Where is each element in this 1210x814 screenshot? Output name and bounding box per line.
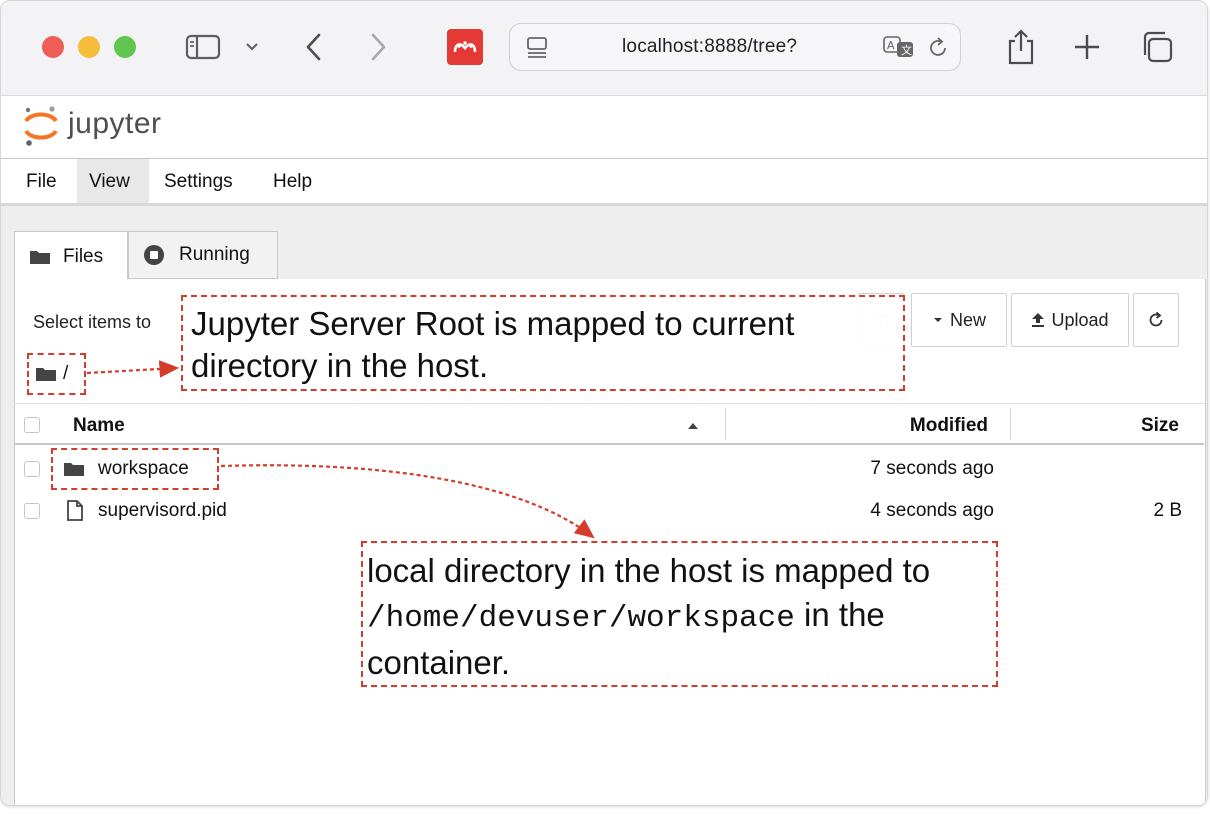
workspace-callout-text-a: local directory in the host is mapped to [367, 552, 931, 589]
back-icon[interactable] [297, 27, 329, 67]
zoom-window-button[interactable] [114, 36, 136, 58]
tab-running-label: Running [179, 244, 250, 265]
folder-icon [30, 250, 50, 264]
close-window-button[interactable] [42, 36, 64, 58]
file-icon [67, 500, 83, 521]
tab-running[interactable]: Running [128, 231, 278, 279]
new-button-label: New [949, 309, 986, 330]
file-modified: 7 seconds ago [870, 458, 994, 479]
column-size[interactable]: Size [1141, 415, 1179, 437]
table-row[interactable]: supervisord.pid 4 seconds ago 2 B [14, 491, 1204, 531]
tab-overview-icon[interactable] [1135, 27, 1179, 67]
share-icon[interactable] [1001, 25, 1041, 69]
workspace-highlight [51, 448, 219, 490]
column-modified[interactable]: Modified [910, 415, 988, 437]
workspace-callout: local directory in the host is mapped to… [361, 541, 998, 687]
forward-icon[interactable] [363, 27, 395, 67]
reload-icon[interactable] [926, 36, 950, 65]
menu-file[interactable]: File [14, 159, 69, 203]
file-name[interactable]: supervisord.pid [98, 500, 227, 522]
select-all-checkbox[interactable] [24, 417, 40, 433]
workspace-callout-path: /home/devuser/workspace [367, 601, 795, 636]
browser-window: localhost:8888/tree? A文 jupyter File Vie… [0, 0, 1208, 806]
table-header: Name Modified Size [14, 403, 1204, 445]
file-size: 2 B [1153, 500, 1182, 521]
file-modified: 4 seconds ago [870, 500, 994, 521]
menu-help[interactable]: Help [261, 159, 324, 203]
column-name[interactable]: Name [73, 415, 125, 437]
workspace-callout-text-b: in the [804, 596, 885, 633]
stop-circle-icon [144, 245, 164, 265]
jupyter-logo-icon[interactable] [21, 104, 61, 153]
sidebar-toggle-icon[interactable] [183, 31, 223, 63]
menu-bar: File View Settings Help [1, 159, 1207, 206]
menu-view[interactable]: View [77, 159, 149, 203]
row-checkbox[interactable] [24, 503, 40, 519]
minimize-window-button[interactable] [78, 36, 100, 58]
svg-text:A: A [887, 39, 895, 52]
column-divider [725, 408, 726, 440]
sort-ascending-icon[interactable] [687, 422, 699, 430]
translate-icon[interactable]: A文 [882, 34, 916, 65]
extension-icon[interactable] [447, 29, 483, 65]
tab-files[interactable]: Files [14, 231, 128, 281]
upload-button[interactable]: Upload [1011, 293, 1129, 347]
breadcrumb-highlight [27, 353, 86, 395]
menu-settings[interactable]: Settings [152, 159, 245, 203]
address-text: localhost:8888/tree? [622, 36, 798, 57]
address-bar[interactable]: localhost:8888/tree? A文 [509, 23, 961, 71]
refresh-button[interactable] [1133, 293, 1179, 347]
root-callout: Jupyter Server Root is mapped to current… [181, 295, 905, 391]
row-checkbox[interactable] [24, 461, 40, 477]
new-tab-icon[interactable] [1067, 27, 1107, 67]
new-button[interactable]: New [911, 293, 1007, 347]
svg-text:文: 文 [901, 43, 912, 57]
jupyter-logo-text[interactable]: jupyter [68, 107, 162, 141]
upload-icon [1032, 313, 1045, 327]
caret-down-icon [933, 318, 942, 322]
column-divider [1010, 408, 1011, 440]
tab-files-label: Files [63, 245, 104, 267]
browser-toolbar: localhost:8888/tree? A文 [1, 1, 1207, 96]
refresh-icon [1149, 311, 1163, 327]
page-menu-icon[interactable] [524, 35, 550, 66]
jupyter-header: jupyter [1, 96, 1207, 159]
workspace-callout-text-c: container. [367, 644, 511, 681]
select-items-hint: Select items to [33, 312, 152, 332]
root-callout-text: Jupyter Server Root is mapped to current… [191, 305, 795, 384]
chevron-down-icon[interactable] [241, 35, 263, 59]
upload-button-label: Upload [1051, 309, 1109, 330]
